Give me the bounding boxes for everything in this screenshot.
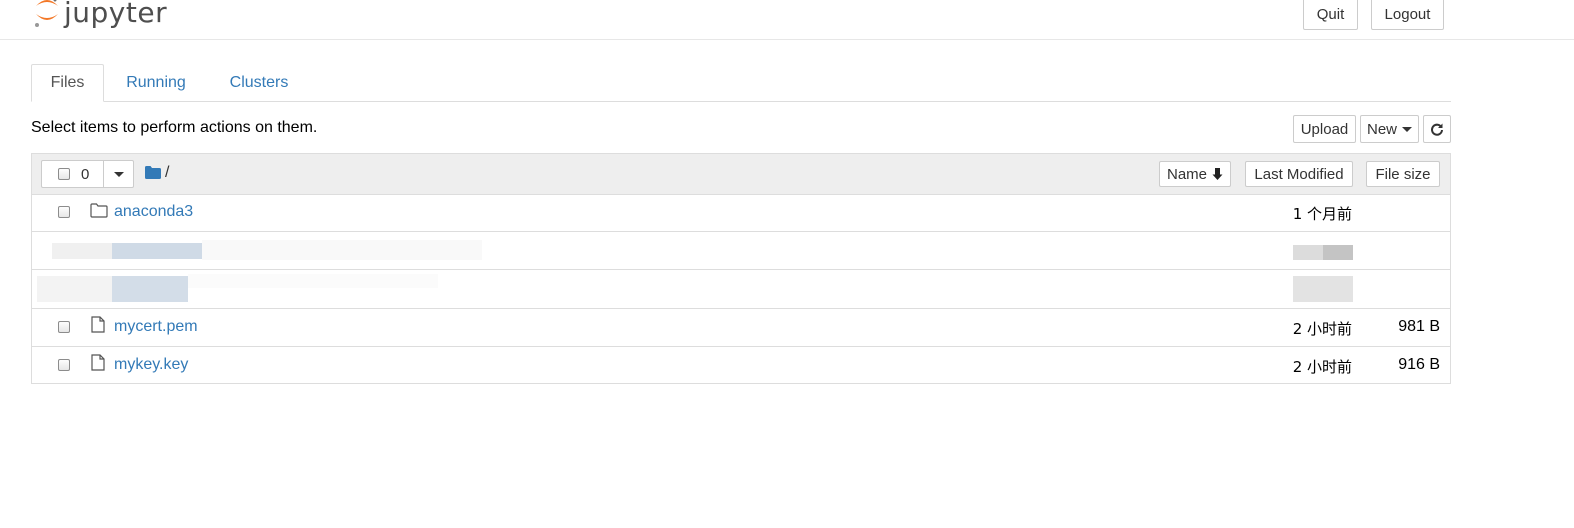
sort-name-button[interactable]: Name [1159, 161, 1231, 187]
select-all-group: 0 [41, 160, 134, 188]
redacted-region [1293, 245, 1323, 260]
select-all-control[interactable]: 0 [42, 161, 104, 187]
item-modified: 1 个月前 [1292, 205, 1352, 223]
redacted-region [52, 243, 112, 259]
file-list: 0 / Name Last Modified File size anacond… [31, 153, 1451, 384]
jupyter-logo-icon [35, 0, 58, 27]
logout-button[interactable]: Logout [1371, 0, 1444, 30]
item-name-link[interactable]: anaconda3 [114, 203, 193, 221]
folder-icon[interactable] [145, 166, 161, 179]
redacted-region [1323, 245, 1353, 260]
tab-running[interactable]: Running [117, 64, 195, 101]
refresh-button[interactable] [1423, 115, 1451, 143]
list-item[interactable] [32, 270, 1450, 309]
row-checkbox[interactable] [58, 359, 70, 371]
selected-count: 0 [81, 165, 90, 183]
list-item[interactable]: anaconda3 1 个月前 [32, 194, 1450, 232]
item-modified: 2 小时前 [1292, 320, 1352, 338]
list-header: 0 / Name Last Modified File size [32, 154, 1450, 195]
list-item[interactable]: mycert.pem 2 小时前 981 B [32, 309, 1450, 347]
folder-outline-icon [90, 203, 108, 218]
upload-button[interactable]: Upload [1293, 115, 1356, 143]
tab-files[interactable]: Files [31, 64, 104, 102]
jupyter-logo[interactable]: jupyter [34, 0, 167, 33]
file-icon [91, 354, 105, 371]
item-name-link[interactable]: mycert.pem [114, 318, 198, 336]
tab-clusters[interactable]: Clusters [221, 64, 297, 101]
chevron-down-icon [113, 171, 124, 177]
redacted-region [112, 243, 202, 259]
quit-button[interactable]: Quit [1303, 0, 1358, 30]
tab-bar: Files Running Clusters [31, 64, 1451, 102]
sort-modified-button[interactable]: Last Modified [1245, 161, 1353, 187]
list-item[interactable]: mykey.key 2 小时前 916 B [32, 347, 1450, 385]
item-modified: 2 小时前 [1292, 358, 1352, 376]
new-label: New [1366, 120, 1397, 138]
selection-hint: Select items to perform actions on them. [31, 119, 318, 136]
list-item[interactable] [32, 232, 1450, 270]
redacted-region [188, 274, 438, 288]
chevron-down-icon [1402, 126, 1412, 132]
redacted-region [112, 276, 188, 302]
redacted-region [1293, 276, 1353, 302]
logo-text: jupyter [64, 0, 168, 29]
select-menu-button[interactable] [104, 161, 133, 187]
sort-size-button[interactable]: File size [1366, 161, 1440, 187]
refresh-icon [1431, 123, 1443, 136]
row-checkbox[interactable] [58, 321, 70, 333]
sort-name-label: Name [1166, 165, 1207, 183]
arrow-down-icon [1212, 168, 1223, 180]
new-dropdown-button[interactable]: New [1360, 115, 1419, 143]
redacted-region [202, 240, 482, 260]
redacted-region [37, 276, 112, 302]
site-header: jupyter Quit Logout [0, 0, 1574, 40]
item-size: 916 B [1398, 356, 1440, 373]
item-size: 981 B [1398, 318, 1440, 335]
item-name-link[interactable]: mykey.key [114, 356, 188, 374]
breadcrumb-path[interactable]: / [165, 164, 169, 182]
file-icon [91, 316, 105, 333]
select-all-checkbox[interactable] [58, 168, 70, 180]
row-checkbox[interactable] [58, 206, 70, 218]
